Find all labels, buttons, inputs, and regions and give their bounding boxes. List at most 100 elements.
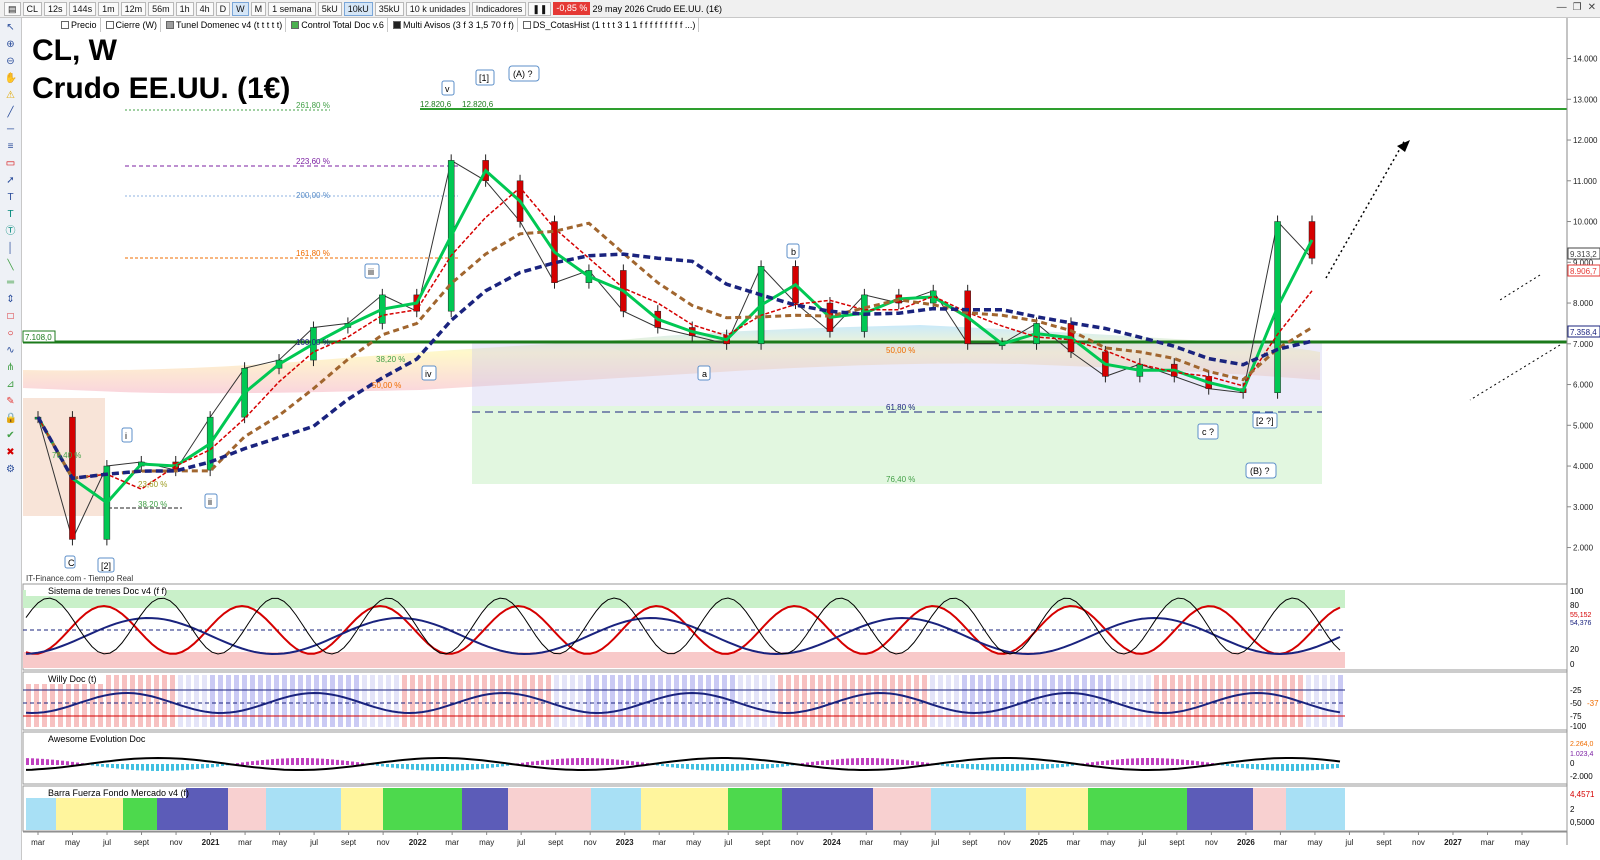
rectangle-icon[interactable]: □ [5,311,17,323]
horizontal-line-icon[interactable]: ─ [5,124,17,136]
timeframe-12m[interactable]: 12m [120,1,147,16]
awesome-bar [386,764,389,768]
indicators-button[interactable]: Indicadores [471,1,527,16]
awesome-bar [1046,764,1049,769]
units-35k[interactable]: 35kU [374,1,404,16]
awesome-bar [46,759,49,765]
awesome-bar [1051,764,1054,769]
panel-willy[interactable]: Willy Doc (t) -25 -50 -75 -100 -37 [22,671,1599,731]
awesome-bar [1176,759,1179,765]
vertical-line-icon[interactable]: │ [5,243,17,255]
lock-icon[interactable]: 🔒 [5,413,17,425]
panel-trenes[interactable]: Sistema de trenes Doc v4 (f f) 100 80 54… [22,583,1592,671]
awesome-bar [1281,764,1284,771]
awesome-bar [1011,764,1014,771]
arrow-icon[interactable]: ➚ [5,175,17,187]
panel-awesome-tick-2264: 2.264,0 [1570,741,1593,748]
awesome-bar [401,764,404,769]
awesome-bar [406,764,409,770]
channel-icon[interactable]: ▭ [5,158,17,170]
fibonacci-icon[interactable]: ≡ [5,141,17,153]
timeframe-4h[interactable]: 4h [195,1,214,16]
hand-icon[interactable]: ✋ [5,73,17,85]
period-select[interactable]: 1 semana [268,1,316,16]
awesome-bar [1156,758,1159,765]
panel-awesome[interactable]: Awesome Evolution Doc 2.264,0 1.023,4 0 … [22,731,1593,785]
awesome-bar [811,761,814,765]
timeframe-1h[interactable]: 1h [175,1,194,16]
measure-icon[interactable]: ⇕ [5,294,17,306]
panel-willy-tick-100: -100 [1570,722,1587,731]
willy-bar [1018,675,1023,727]
timeframe-56m[interactable]: 56m [148,1,174,16]
willy-bar [698,675,703,727]
restore-icon[interactable]: ❐ [1573,2,1582,13]
brush-icon[interactable]: ✎ [5,396,17,408]
check-icon[interactable]: ✔ [5,430,17,442]
zoom-out-icon[interactable]: ⊖ [5,56,17,68]
label-icon[interactable]: Ⓣ [5,226,17,238]
willy-bar [602,675,607,727]
delete-icon[interactable]: ✖ [5,447,17,459]
ellipse-icon[interactable]: ○ [5,328,17,340]
awesome-bar [1026,764,1029,771]
close-icon[interactable]: ✕ [1588,2,1596,13]
trendline-icon[interactable]: ╱ [5,107,17,119]
timeframe-W[interactable]: W [232,1,249,16]
willy-bar [1130,675,1135,727]
main-pane[interactable]: CL, W Crudo EE.UU. (1€) IT-Finance.com -… [22,18,1569,583]
indicator-chip-cotas[interactable]: DS_CotasHist (1 t t t 3 1 1 f f f f f f … [520,18,700,32]
timeframe-1m[interactable]: 1m [98,1,119,16]
minimize-icon[interactable]: — [1557,2,1567,13]
time-tick-label: nov [791,838,804,847]
text-box-icon[interactable]: T [5,209,17,221]
gann-icon[interactable]: ⊿ [5,379,17,391]
time-tick-label: mar [445,838,459,847]
indicator-chip-cierre[interactable]: Cierre (W) [103,18,162,32]
text-icon[interactable]: T [5,192,17,204]
willy-bar [810,675,815,727]
awesome-bar [101,764,104,767]
chart-canvas[interactable]: CL, W Crudo EE.UU. (1€) IT-Finance.com -… [0,0,1600,860]
alert-icon[interactable]: ⚠ [5,90,17,102]
panel-fuerza[interactable]: Barra Fuerza Fondo Mercado v4 (f) 4,4571… [22,785,1595,832]
awesome-bar [1261,764,1264,770]
indicator-chip-precio[interactable]: Precio [58,18,101,32]
units-5k[interactable]: 5kU [317,1,342,16]
awesome-bar [296,758,299,765]
timeframe-144s[interactable]: 144s [68,1,97,16]
units-10k[interactable]: 10kU [343,1,373,16]
parallel-icon[interactable]: ═ [5,277,17,289]
pause-icon[interactable]: ❚❚ [528,1,552,16]
awesome-bar [576,758,579,765]
willy-bar [202,675,207,727]
awesome-bar [291,758,294,765]
timeframe-M[interactable]: M [250,1,267,16]
timeframe-D[interactable]: D [215,1,231,16]
wave-icon[interactable]: ∿ [5,345,17,357]
indicator-chip-tunel[interactable]: Tunel Domenec v4 (t t t t t) [163,18,287,32]
price-tick-label: 11.000 [1573,177,1597,186]
candle-body[interactable] [1308,221,1316,259]
indicator-chip-multi[interactable]: Multi Avisos (3 f 3 1,5 70 f f) [390,18,518,32]
ray-icon[interactable]: ╲ [5,260,17,272]
layout-menu-icon[interactable]: ▤ [4,1,21,16]
willy-bar [290,675,295,727]
awesome-bar [61,760,64,765]
awesome-bar [96,764,99,767]
awesome-bar [816,761,819,765]
willy-bar [1330,675,1335,727]
settings-icon[interactable]: ⚙ [5,464,17,476]
timeframe-12s[interactable]: 12s [44,1,67,16]
cursor-icon[interactable]: ↖ [5,22,17,34]
zoom-in-icon[interactable]: ⊕ [5,39,17,51]
awesome-bar [876,758,879,765]
wave-label-b: b [791,247,796,257]
wave-box-i [121,427,133,443]
awesome-bar [681,764,684,769]
willy-bar [394,675,399,727]
units-select[interactable]: 10 k unidades [405,1,470,16]
indicator-chip-control[interactable]: Control Total Doc v.6 [288,18,388,32]
symbol-selector[interactable]: CL [22,1,43,16]
pitchfork-icon[interactable]: ⋔ [5,362,17,374]
